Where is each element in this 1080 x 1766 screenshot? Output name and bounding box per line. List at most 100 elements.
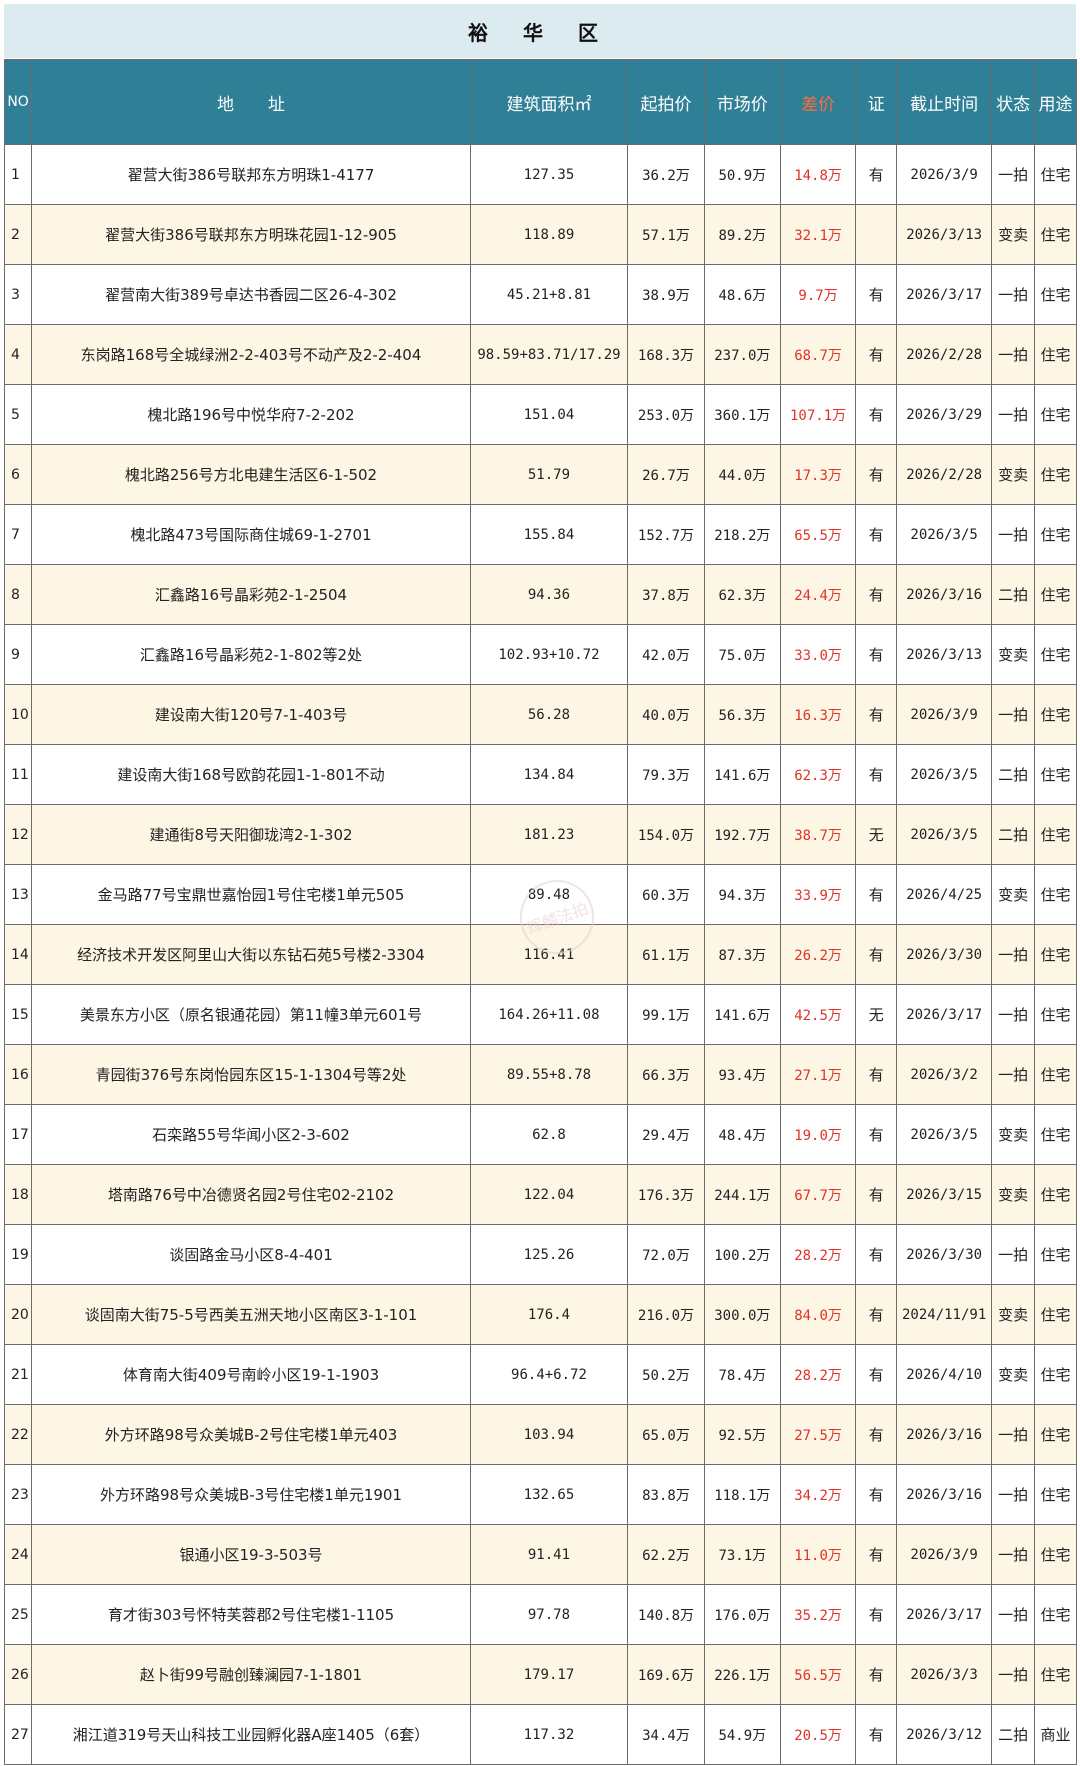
auction-table: NO 地 址 建筑面积㎡ 起拍价 市场价 差价 证 截止时间 状态 用途 1 翟营… [3, 59, 1077, 1765]
cell-area: 102.93+10.72 [469, 624, 629, 685]
cell-status: 二拍 [991, 564, 1036, 625]
cell-address: 槐北路473号国际商住城69-1-2701 [31, 504, 471, 565]
cell-area: 62.8 [469, 1104, 629, 1165]
cell-status: 一拍 [991, 924, 1036, 985]
cell-area: 45.21+8.81 [469, 264, 629, 325]
cell-usage: 住宅 [1034, 204, 1077, 265]
cell-diff: 34.2万 [779, 1464, 857, 1525]
cell-start-price: 168.3万 [627, 324, 705, 385]
cell-deadline: 2026/3/30 [896, 1224, 993, 1285]
cell-area: 91.41 [469, 1524, 629, 1585]
cell-area: 151.04 [469, 384, 629, 445]
cell-area: 155.84 [469, 504, 629, 565]
cell-status: 变卖 [991, 1104, 1036, 1165]
cell-market-price: 87.3万 [703, 924, 781, 985]
table-row: 19 谈固路金马小区8-4-401 125.26 72.0万 100.2万 28.2万有 2… [3, 1224, 1077, 1285]
cell-market-price: 141.6万 [703, 984, 781, 1045]
cell-start-price: 99.1万 [627, 984, 705, 1045]
cell-deadline: 2026/3/13 [896, 624, 993, 685]
cell-address: 金马路77号宝鼎世嘉怡园1号住宅楼1单元505 [31, 864, 471, 925]
cell-area: 103.94 [469, 1404, 629, 1465]
cell-market-price: 94.3万 [703, 864, 781, 925]
cell-status: 二拍 [991, 1704, 1036, 1765]
cell-diff: 14.8万 [779, 144, 857, 205]
cell-cert: 有 [855, 1464, 898, 1525]
cell-start-price: 40.0万 [627, 684, 705, 745]
cell-address: 东岗路168号全城绿洲2-2-403号不动产及2-2-404 [31, 324, 471, 385]
cell-address: 石栾路55号华闻小区2-3-602 [31, 1104, 471, 1165]
cell-deadline: 2026/3/9 [896, 1524, 993, 1585]
cell-market-price: 48.6万 [703, 264, 781, 325]
cell-start-price: 253.0万 [627, 384, 705, 445]
cell-market-price: 50.9万 [703, 144, 781, 205]
cell-start-price: 36.2万 [627, 144, 705, 205]
page: 裕 华 区 NO 地 址 建筑面积㎡ 起拍价 市场价 差价 证 截止时间 状态 … [0, 0, 1080, 1766]
cell-market-price: 89.2万 [703, 204, 781, 265]
cell-address: 槐北路196号中悦华府7-2-202 [31, 384, 471, 445]
cell-market-price: 78.4万 [703, 1344, 781, 1405]
cell-cert: 有 [855, 1404, 898, 1465]
cell-address: 谈固路金马小区8-4-401 [31, 1224, 471, 1285]
cell-diff: 68.7万 [779, 324, 857, 385]
cell-usage: 住宅 [1034, 1464, 1077, 1525]
cell-start-price: 66.3万 [627, 1044, 705, 1105]
table-row: 20 谈固南大街75-5号西美五洲天地小区南区3-1-101 176.4 216.0万… [3, 1284, 1077, 1345]
cell-start-price: 61.1万 [627, 924, 705, 985]
cell-address: 翟营大街386号联邦东方明珠花园1-12-905 [31, 204, 471, 265]
cell-area: 132.65 [469, 1464, 629, 1525]
cell-area: 96.4+6.72 [469, 1344, 629, 1405]
cell-no: 7 [3, 504, 33, 565]
cell-start-price: 62.2万 [627, 1524, 705, 1585]
cell-cert: 有 [855, 1644, 898, 1705]
cell-diff: 38.7万 [779, 804, 857, 865]
cell-start-price: 34.4万 [627, 1704, 705, 1765]
cell-cert: 有 [855, 564, 898, 625]
cell-address: 体育南大街409号南岭小区19-1-1903 [31, 1344, 471, 1405]
cell-market-price: 176.0万 [703, 1584, 781, 1645]
cell-diff: 19.0万 [779, 1104, 857, 1165]
cell-usage: 住宅 [1034, 1284, 1077, 1345]
cell-diff: 56.5万 [779, 1644, 857, 1705]
cell-address: 美景东方小区（原名银通花园）第11幢3单元601号 [31, 984, 471, 1045]
cell-usage: 住宅 [1034, 504, 1077, 565]
cell-start-price: 42.0万 [627, 624, 705, 685]
cell-diff: 84.0万 [779, 1284, 857, 1345]
cell-deadline: 2026/4/10 [896, 1344, 993, 1405]
cell-start-price: 83.8万 [627, 1464, 705, 1525]
cell-status: 二拍 [991, 744, 1036, 805]
cell-status: 一拍 [991, 984, 1036, 1045]
cell-deadline: 2026/2/28 [896, 444, 993, 505]
cell-usage: 住宅 [1034, 324, 1077, 385]
cell-deadline: 2026/4/25 [896, 864, 993, 925]
cell-market-price: 44.0万 [703, 444, 781, 505]
cell-status: 一拍 [991, 324, 1036, 385]
cell-area: 89.48 [469, 864, 629, 925]
cell-status: 一拍 [991, 1044, 1036, 1105]
header-start-price: 起拍价 [627, 59, 705, 145]
header-cert: 证 [855, 59, 898, 145]
cell-no: 22 [3, 1404, 33, 1465]
cell-deadline: 2026/3/16 [896, 1464, 993, 1525]
table-row: 26 赵卜街99号融创臻澜园7-1-1801 179.17 169.6万 226.1万 5… [3, 1644, 1077, 1705]
cell-start-price: 57.1万 [627, 204, 705, 265]
cell-diff: 35.2万 [779, 1584, 857, 1645]
cell-no: 24 [3, 1524, 33, 1585]
cell-area: 56.28 [469, 684, 629, 745]
cell-start-price: 140.8万 [627, 1584, 705, 1645]
cell-diff: 24.4万 [779, 564, 857, 625]
cell-address: 建通街8号天阳御珑湾2-1-302 [31, 804, 471, 865]
cell-diff: 28.2万 [779, 1344, 857, 1405]
header-area: 建筑面积㎡ [469, 59, 629, 145]
cell-cert: 有 [855, 384, 898, 445]
cell-no: 11 [3, 744, 33, 805]
cell-area: 179.17 [469, 1644, 629, 1705]
cell-market-price: 300.0万 [703, 1284, 781, 1345]
cell-usage: 住宅 [1034, 684, 1077, 745]
cell-address: 翟营南大街389号卓达书香园二区26-4-302 [31, 264, 471, 325]
cell-deadline: 2026/3/5 [896, 744, 993, 805]
cell-cert: 有 [855, 924, 898, 985]
cell-address: 汇鑫路16号晶彩苑2-1-2504 [31, 564, 471, 625]
cell-cert: 有 [855, 1284, 898, 1345]
cell-deadline: 2026/3/30 [896, 924, 993, 985]
cell-area: 127.35 [469, 144, 629, 205]
